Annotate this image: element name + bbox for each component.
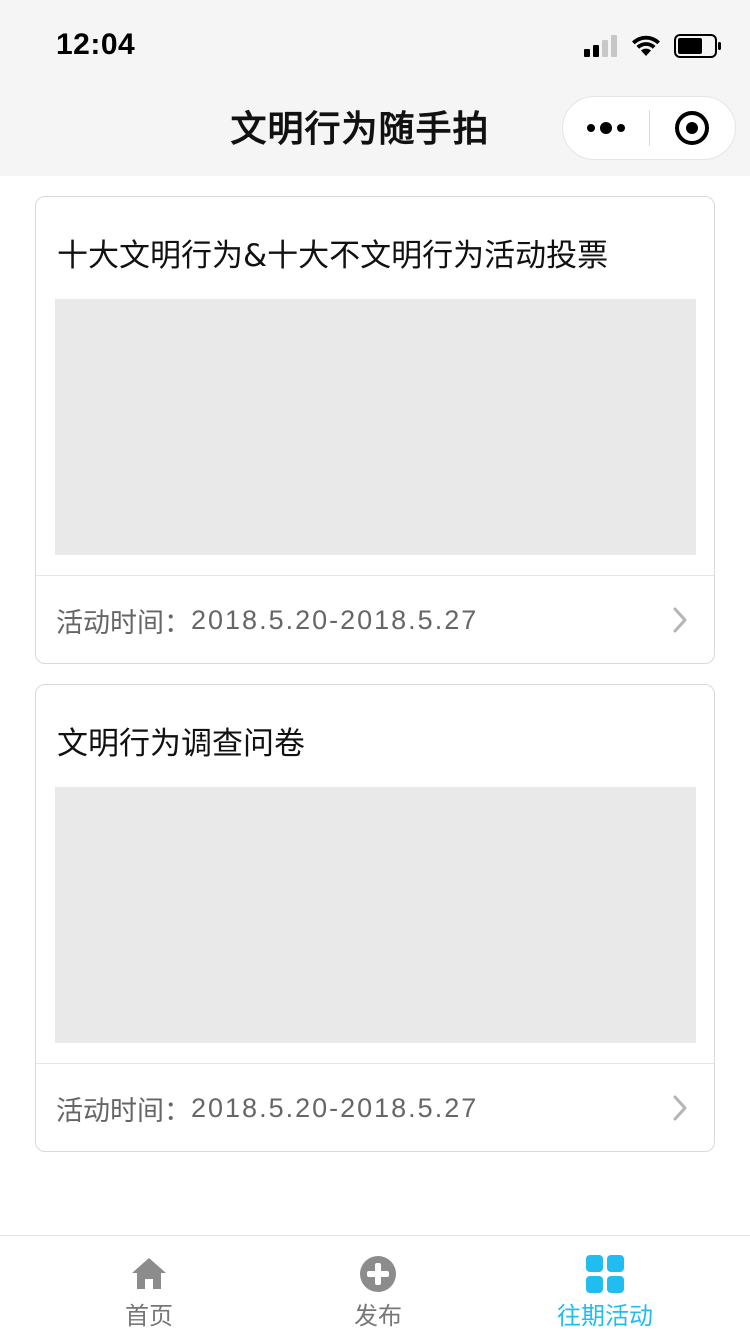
activity-card[interactable]: 文明行为调查问卷 活动时间： 2018.5.20-2018.5.27 [35,684,715,1152]
more-button[interactable] [563,96,649,160]
wifi-icon [632,35,660,56]
activity-card[interactable]: 十大文明行为&十大不文明行为活动投票 活动时间： 2018.5.20-2018.… [35,196,715,664]
activity-title: 十大文明行为&十大不文明行为活动投票 [57,238,609,274]
tab-past-activities[interactable]: 往期活动 [480,1236,730,1335]
status-bar: 12:04 [0,0,750,88]
close-button[interactable] [650,96,736,160]
activity-image [55,787,696,1043]
navigation-bar: 文明行为随手拍 [0,88,750,176]
cellular-signal-icon [584,35,617,57]
more-dot [599,122,612,134]
grid-icon [586,1255,624,1293]
activity-footer[interactable]: 活动时间： 2018.5.20-2018.5.27 [36,1064,714,1152]
tab-home[interactable]: 首页 [24,1236,274,1335]
home-icon [132,1258,166,1289]
more-dot [616,124,625,132]
activity-time-label: 活动时间： [56,607,191,639]
activity-time-value: 2018.5.20-2018.5.27 [191,604,479,635]
tab-label: 首页 [125,1302,173,1330]
tab-bar: 首页 发布 往期活动 [0,1235,750,1334]
chevron-right-icon [673,607,687,633]
activity-title: 文明行为调查问卷 [57,726,305,762]
activity-footer[interactable]: 活动时间： 2018.5.20-2018.5.27 [36,576,714,664]
battery-icon [674,34,721,58]
status-time: 12:04 [56,28,136,61]
more-dot [586,124,595,132]
status-indicators [584,32,722,60]
activity-time-value: 2018.5.20-2018.5.27 [191,1092,479,1123]
activity-image [55,299,696,555]
chevron-right-icon [673,1095,687,1121]
target-icon [675,111,710,145]
tab-label: 往期活动 [557,1302,653,1330]
activity-time-label: 活动时间： [56,1095,191,1127]
plus-circle-icon [360,1256,396,1292]
mini-program-capsule [562,96,736,160]
tab-publish[interactable]: 发布 [253,1236,503,1335]
tab-label: 发布 [354,1302,402,1330]
